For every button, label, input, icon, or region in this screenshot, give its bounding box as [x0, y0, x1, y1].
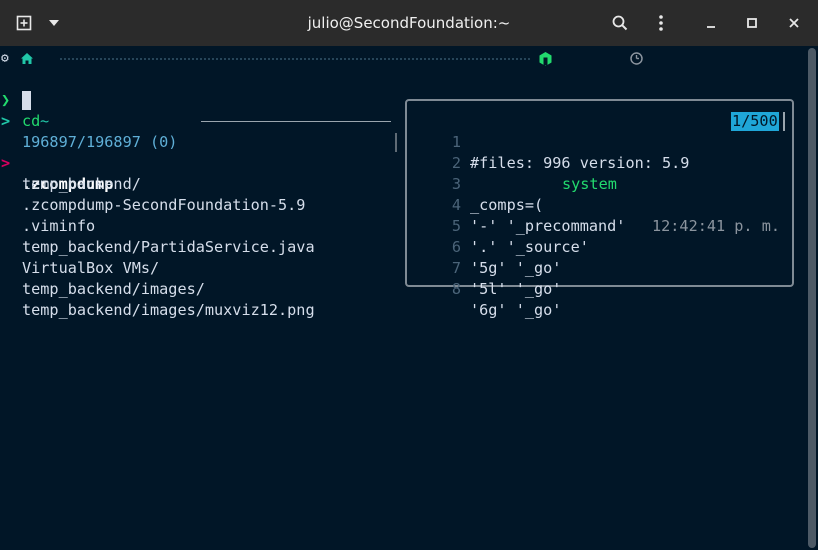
fzf-info-line: 196897/196897 (0) [0, 111, 391, 151]
maximize-button[interactable] [738, 7, 766, 39]
preview-text: #files: 996 version: 5.9 [470, 154, 690, 172]
env-icon [539, 52, 552, 66]
new-tab-icon [16, 15, 32, 31]
text-cursor [22, 91, 31, 110]
scrollbar-thumb[interactable] [808, 48, 816, 548]
preview-text: '6g' '_go' [470, 301, 562, 319]
list-item[interactable]: .zcompdump-SecondFoundation-5.9 [0, 174, 305, 214]
list-item[interactable]: temp_backend/images/ [0, 258, 205, 298]
preview-scrollbar[interactable] [783, 112, 785, 131]
preview-line: 4 '-' '_precommand' [407, 174, 626, 235]
prompt-header: ⚙ ~ system 12:42:41 p. m. [0, 48, 805, 235]
list-item-label: temp_backend/PartidaService.java [22, 238, 315, 256]
fzf-query-line[interactable]: > [0, 90, 31, 130]
preview-text: '-' '_precommand' [470, 217, 626, 235]
minimize-button[interactable] [697, 7, 725, 39]
preview-text: '5l' '_go' [470, 280, 562, 298]
list-item-label: temp_backend/images/ [22, 280, 205, 298]
preview-text: _comps=( [470, 196, 544, 214]
preview-line: 6 '5g' '_go' [407, 216, 562, 277]
os-icon: ⚙ [1, 51, 9, 66]
list-item-label: temp_backend/images/muxviz12.png [22, 301, 315, 319]
list-item-label: VirtualBox VMs/ [22, 259, 160, 277]
main-menu-button[interactable] [645, 7, 677, 39]
list-item[interactable]: temp_backend/PartidaService.java [0, 216, 315, 256]
preview-line: 7 '5l' '_go' [407, 237, 562, 298]
terminal-scrollbar[interactable] [806, 46, 818, 550]
home-icon [21, 53, 33, 64]
list-item-selected[interactable]: > .zcompdump [0, 132, 400, 193]
prompt-filler [60, 58, 530, 60]
preview-text: '.' '_source' [470, 238, 589, 256]
current-directory: ~ [40, 112, 50, 130]
info-separator [201, 121, 391, 122]
results-scrollbar[interactable] [395, 133, 397, 152]
list-item[interactable]: VirtualBox VMs/ [0, 237, 159, 277]
command-text: cd [22, 112, 41, 130]
list-item[interactable]: temp_backend/ [0, 153, 141, 193]
chevron-down-icon [49, 20, 59, 26]
new-tab-button[interactable] [10, 7, 38, 39]
search-icon [612, 15, 628, 31]
close-button[interactable] [780, 7, 808, 39]
list-item[interactable]: temp_backend/images/muxviz12.png [0, 279, 315, 319]
preview-line: 1 #files: 996 version: 5.9 1/500 [407, 111, 792, 172]
close-icon [789, 18, 799, 28]
search-button[interactable] [604, 7, 636, 39]
maximize-icon [747, 18, 757, 28]
preview-line: 3 _comps=( [407, 153, 543, 214]
kebab-menu-icon [659, 15, 663, 31]
tab-menu-button[interactable] [40, 7, 68, 39]
clock-icon [630, 52, 643, 65]
line-number: 8 [451, 280, 461, 298]
title-bar: julio@SecondFoundation:~ [0, 0, 818, 47]
preview-line: 8 '6g' '_go' [407, 258, 562, 319]
preview-line: 2 [407, 132, 461, 172]
preview-line: 5 '.' '_source' [407, 195, 589, 256]
preview-position-badge: 1/500 [731, 112, 779, 131]
preview-window[interactable]: 1 #files: 996 version: 5.9 1/500 2 3 _co… [405, 99, 794, 319]
minimize-icon [707, 26, 715, 28]
preview-text: '5g' '_go' [470, 259, 562, 277]
list-item-label: temp_backend/ [22, 175, 141, 193]
window-title: julio@SecondFoundation:~ [307, 14, 511, 32]
list-item[interactable]: .viminfo [0, 195, 95, 235]
list-item-label: .zcompdump-SecondFoundation-5.9 [22, 196, 306, 214]
command-line: ❯ cd [0, 69, 40, 130]
